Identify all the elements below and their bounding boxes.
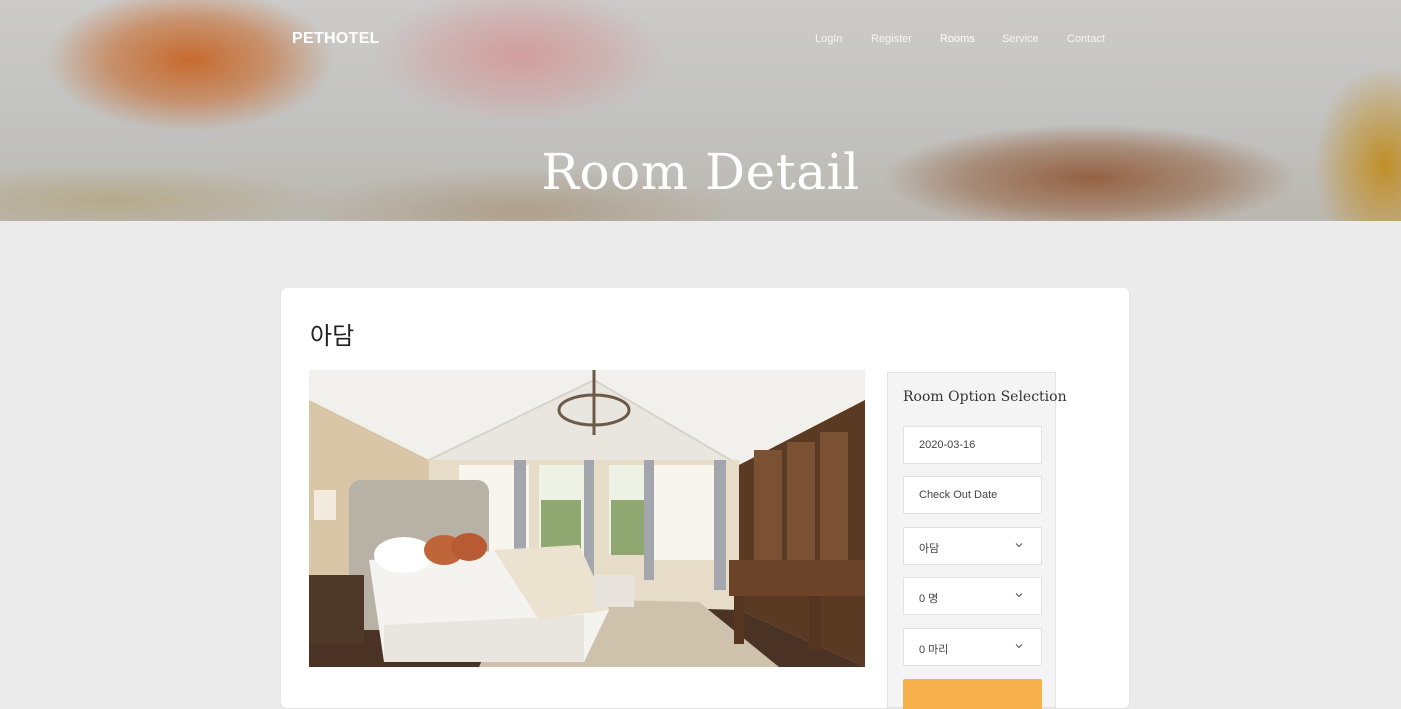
chevron-down-icon [1015, 543, 1023, 548]
room-name: 아담 [310, 322, 355, 350]
check-out-date-wrap [919, 489, 1029, 501]
people-count-value: 0 명 [919, 593, 939, 605]
chevron-down-icon [1015, 644, 1023, 649]
page-title: Room Detail [541, 143, 860, 201]
booking-panel: Room Option Selection 2020-03-16 아담 0 명 … [887, 372, 1067, 709]
check-in-date-field[interactable]: 2020-03-16 [903, 426, 1042, 464]
people-count-select[interactable]: 0 명 [903, 577, 1042, 615]
pet-count-select[interactable]: 0 마리 [903, 628, 1042, 666]
nav-contact[interactable]: Contact [1067, 33, 1105, 45]
room-select-value: 아담 [919, 543, 940, 555]
room-select[interactable]: 아담 [903, 527, 1042, 565]
room-photo-illustration [309, 370, 865, 667]
check-out-date-input[interactable] [919, 489, 1029, 501]
check-out-date-field[interactable] [903, 476, 1042, 514]
room-photo [309, 370, 865, 667]
hero-banner: PETHOTEL LogIn Register Rooms Service Co… [0, 0, 1401, 221]
reserve-button[interactable] [903, 679, 1042, 709]
nav-register[interactable]: Register [871, 33, 912, 45]
brand-logo[interactable]: PETHOTEL [292, 30, 380, 48]
nav-login[interactable]: LogIn [815, 33, 843, 45]
room-detail-card: 아담 Room Option Selection 2020-03-16 Chec… [281, 288, 1129, 709]
pet-count-value: 0 마리 [919, 644, 949, 656]
main-nav: LogIn Register Rooms Service Contact [800, 33, 1120, 47]
booking-panel-title: Room Option Selection [903, 389, 1067, 405]
check-in-date-value: 2020-03-16 [919, 439, 976, 451]
nav-service[interactable]: Service [1002, 33, 1039, 45]
chevron-down-icon [1015, 593, 1023, 598]
nav-rooms[interactable]: Rooms [940, 33, 975, 45]
